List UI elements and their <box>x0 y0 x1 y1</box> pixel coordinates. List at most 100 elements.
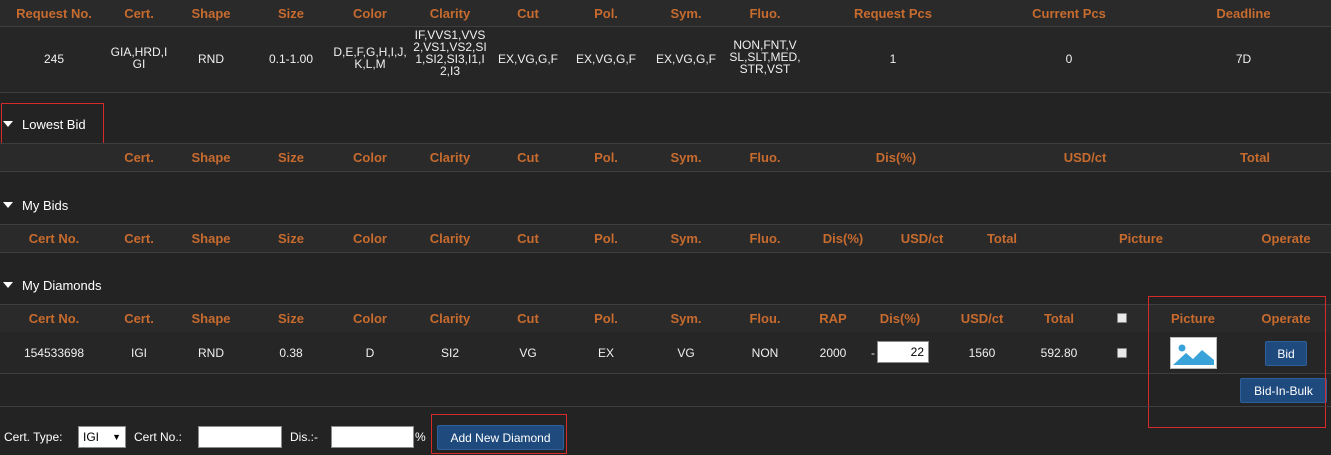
diamond-cert: IGI <box>130 346 147 360</box>
request-fluo-value: NON,FNT,V SL,SLT,MED, STR,VST <box>726 39 804 75</box>
diamond-sym: VG <box>677 346 695 360</box>
cert-type-value: IGI <box>83 430 100 444</box>
diamond-total: 592.80 <box>1040 346 1078 360</box>
md-col-cut: Cut <box>517 311 539 326</box>
col-color: Color <box>353 6 387 21</box>
md-col-color: Color <box>353 311 387 326</box>
lb-col-clarity: Clarity <box>429 150 471 165</box>
request-color-value: D,E,F,G,H,I,J, K,L,M <box>330 46 410 70</box>
col-deadline: Deadline <box>1216 6 1271 21</box>
col-request-pcs: Request Pcs <box>853 6 933 21</box>
request-sym-value: EX,VG,G,F <box>655 52 716 66</box>
lb-col-cut: Cut <box>517 150 539 165</box>
request-cut-value: EX,VG,G,F <box>497 52 558 66</box>
my-diamonds-title: My Diamonds <box>22 277 102 293</box>
highlight-box <box>1148 296 1326 428</box>
highlight-box <box>431 414 567 454</box>
diamond-pol: EX <box>597 346 614 360</box>
mb-col-color: Color <box>353 231 387 246</box>
request-cert-line: GI <box>132 57 146 71</box>
mb-col-cert: Cert. <box>124 231 154 246</box>
request-pcs-value: 1 <box>889 52 897 66</box>
mb-col-fluo: Fluo. <box>749 231 781 246</box>
request-cert-value: GIA,HRD,I GI <box>108 46 170 70</box>
col-sym: Sym. <box>670 6 702 21</box>
request-clarity-line: 2,I3 <box>439 64 460 78</box>
lb-col-dis: Dis(%) <box>875 150 917 165</box>
lb-col-size: Size <box>277 150 304 165</box>
mb-col-shape: Shape <box>191 231 231 246</box>
my-bids-title: My Bids <box>22 197 69 213</box>
deadline-value: 7D <box>1235 52 1252 66</box>
diamond-fluo: NON <box>751 346 779 360</box>
caret-down-icon <box>3 282 13 288</box>
current-pcs-value: 0 <box>1065 52 1073 66</box>
discount-input[interactable] <box>877 341 929 363</box>
lb-col-color: Color <box>353 150 387 165</box>
md-col-sym: Sym. <box>670 311 702 326</box>
diamond-cert-no: 154533698 <box>23 346 85 360</box>
col-cut: Cut <box>517 6 539 21</box>
mb-col-total: Total <box>986 231 1018 246</box>
row-select-checkbox[interactable] <box>1117 348 1127 358</box>
diamond-usd-ct: 1560 <box>968 346 996 360</box>
md-col-rap: RAP <box>819 311 847 326</box>
lb-col-pol: Pol. <box>594 150 618 165</box>
lb-col-cert: Cert. <box>124 150 154 165</box>
md-col-size: Size <box>277 311 304 326</box>
lb-col-usd-ct: USD/ct <box>1063 150 1107 165</box>
lb-col-sym: Sym. <box>670 150 702 165</box>
md-col-fluo: Flou. <box>749 311 781 326</box>
diamond-color: D <box>365 346 375 360</box>
mb-col-cut: Cut <box>517 231 539 246</box>
cert-type-select[interactable]: IGI ▼ <box>78 426 126 448</box>
request-clarity-value: IF,VVS1,VVS 2,VS1,VS2,SI 1,SI2,SI3,I1,I … <box>410 29 490 77</box>
md-col-total: Total <box>1043 311 1075 326</box>
lb-col-shape: Shape <box>191 150 231 165</box>
mb-col-sym: Sym. <box>670 231 702 246</box>
request-color-line: K,L,M <box>354 57 386 71</box>
col-current-pcs: Current Pcs <box>1032 6 1106 21</box>
dis-label: Dis.:- <box>290 430 318 444</box>
col-request-no: Request No. <box>16 6 92 21</box>
diamond-shape: RND <box>198 346 224 360</box>
dis-input[interactable] <box>331 426 414 448</box>
diamond-rap: 2000 <box>819 346 847 360</box>
chevron-down-icon: ▼ <box>112 432 121 442</box>
md-col-dis: Dis(%) <box>879 311 921 326</box>
mb-col-size: Size <box>277 231 304 246</box>
mb-col-dis: Dis(%) <box>822 231 864 246</box>
md-col-usd-ct: USD/ct <box>960 311 1004 326</box>
select-all-checkbox[interactable] <box>1117 313 1127 323</box>
col-shape: Shape <box>191 6 231 21</box>
caret-down-icon <box>3 202 13 208</box>
col-size: Size <box>277 6 304 21</box>
lb-col-total: Total <box>1239 150 1271 165</box>
cert-type-label: Cert. Type: <box>4 430 63 444</box>
md-col-cert: Cert. <box>124 311 154 326</box>
lb-col-fluo: Fluo. <box>749 150 781 165</box>
my-diamonds-toggle[interactable]: My Diamonds <box>0 273 101 297</box>
request-no-value: 245 <box>43 52 65 66</box>
cert-no-label: Cert No.: <box>134 430 183 444</box>
diamond-cut: VG <box>519 346 537 360</box>
md-col-clarity: Clarity <box>429 311 471 326</box>
request-fluo-line: STR,VST <box>739 62 791 76</box>
highlight-box <box>1 103 104 146</box>
my-bids-toggle[interactable]: My Bids <box>0 193 68 217</box>
col-pol: Pol. <box>594 6 618 21</box>
col-cert: Cert. <box>124 6 154 21</box>
request-pol-value: EX,VG,G,F <box>575 52 636 66</box>
cert-no-input[interactable] <box>198 426 282 448</box>
request-shape-value: RND <box>198 52 224 66</box>
diamond-clarity: SI2 <box>440 346 459 360</box>
diamond-size: 0.38 <box>279 346 303 360</box>
mb-col-usd-ct: USD/ct <box>900 231 944 246</box>
col-fluo: Fluo. <box>749 6 781 21</box>
percent-sign: % <box>415 430 426 444</box>
md-col-pol: Pol. <box>594 311 618 326</box>
mb-col-clarity: Clarity <box>429 231 471 246</box>
mb-col-operate: Operate <box>1261 231 1311 246</box>
md-col-shape: Shape <box>191 311 231 326</box>
request-size-value: 0.1-1.00 <box>268 52 314 66</box>
